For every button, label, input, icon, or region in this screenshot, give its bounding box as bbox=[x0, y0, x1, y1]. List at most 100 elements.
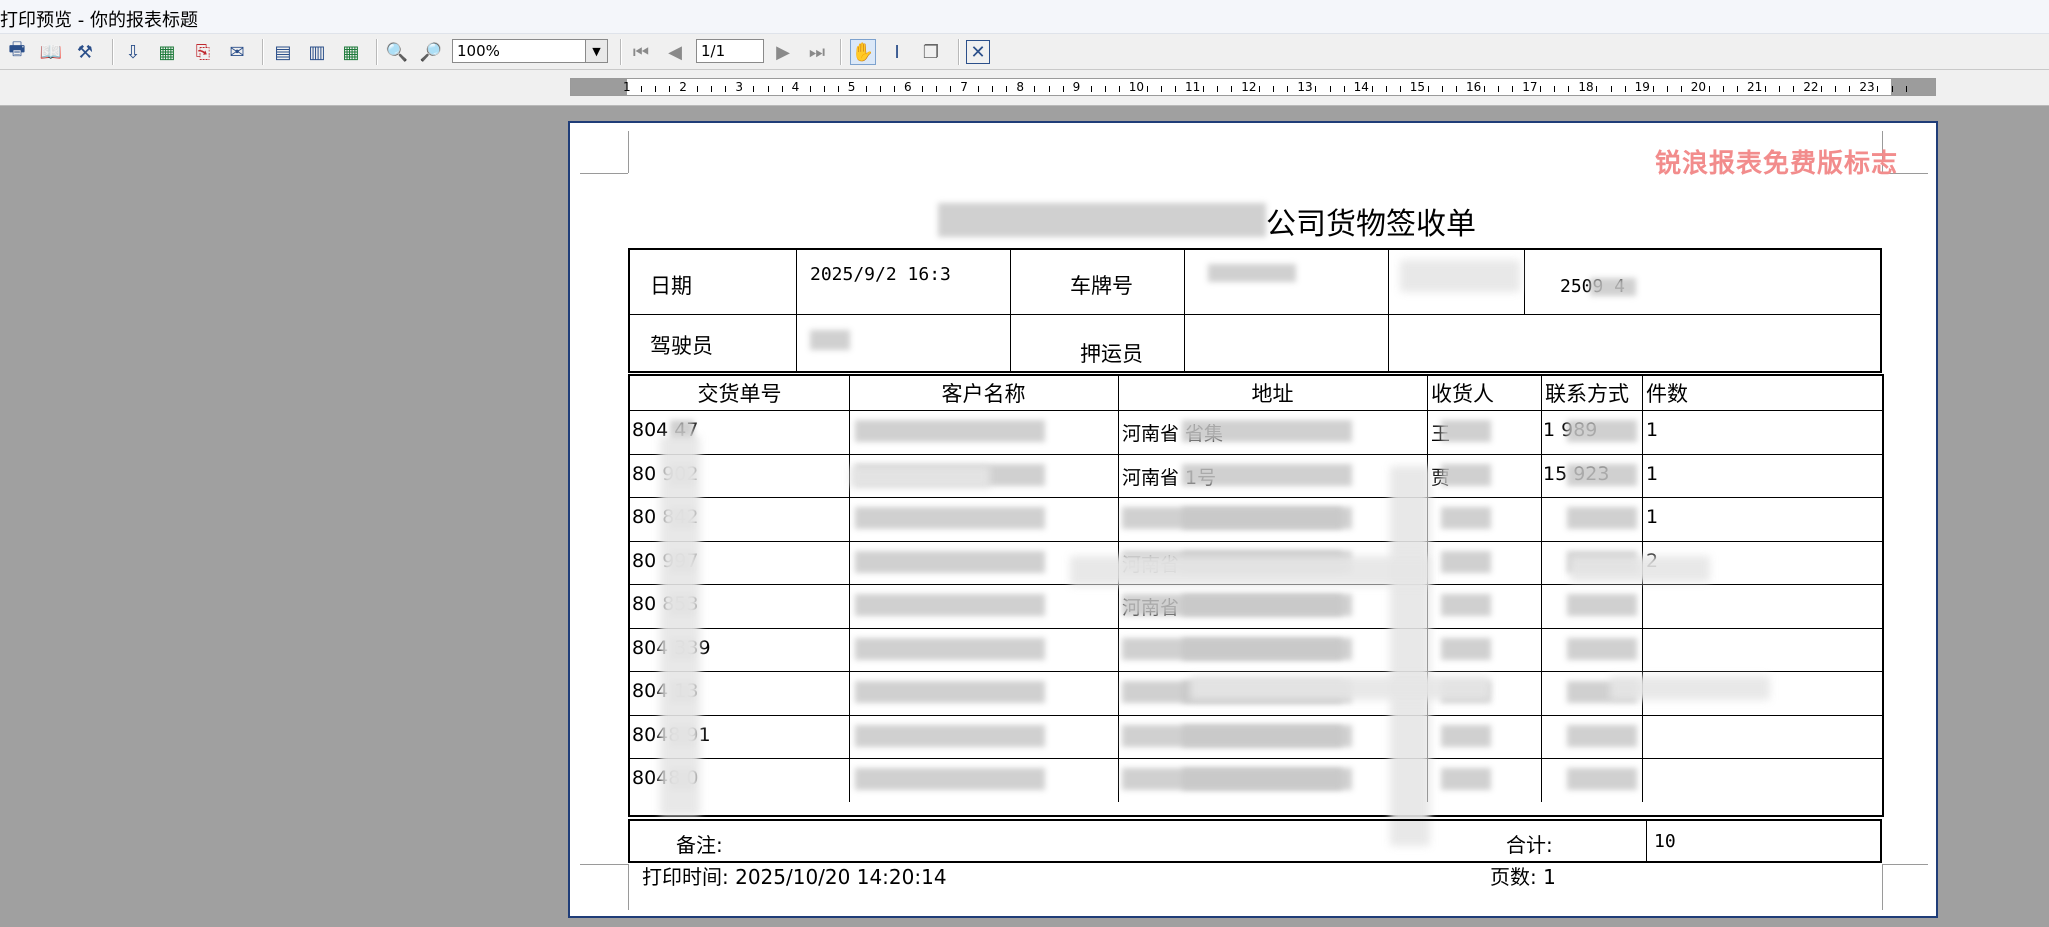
ruler-tick bbox=[1231, 86, 1233, 92]
window-title: 打印预览 - 你的报表标题 bbox=[0, 10, 198, 31]
ruler-tick bbox=[922, 86, 924, 92]
zoom-select[interactable]: 100% ▼ bbox=[452, 39, 608, 63]
single-page-icon[interactable]: ▤ bbox=[270, 39, 296, 65]
ruler-number: 7 bbox=[960, 80, 968, 94]
next-page-icon[interactable]: ▶ bbox=[770, 39, 796, 65]
zoom-in-icon[interactable]: 🔍 bbox=[384, 39, 410, 65]
ruler-tick bbox=[1891, 86, 1893, 92]
ruler-tick bbox=[1427, 86, 1429, 92]
text-select-icon[interactable]: I bbox=[884, 39, 910, 65]
pdf-icon[interactable]: ⎘ bbox=[190, 39, 216, 65]
summary-row: 备注: 合计: 10 bbox=[628, 819, 1882, 863]
ruler-number: 10 bbox=[1128, 80, 1145, 94]
print-icon[interactable]: 🖶 bbox=[4, 39, 30, 65]
redacted-block bbox=[1122, 768, 1342, 790]
ruler-tick bbox=[1441, 86, 1443, 92]
ruler-tick bbox=[992, 86, 994, 92]
ruler-number: 1 bbox=[623, 80, 631, 94]
ruler-tick bbox=[1399, 86, 1401, 92]
book-icon[interactable]: 📖 bbox=[38, 39, 64, 65]
crop-mark bbox=[1882, 864, 1928, 865]
redacted-block bbox=[1567, 594, 1637, 616]
toolbar-separator bbox=[112, 39, 114, 65]
ruler-tick bbox=[1652, 86, 1654, 92]
ruler-tick bbox=[1765, 86, 1767, 92]
zoom-value: 100% bbox=[457, 42, 500, 60]
ruler-tick bbox=[1090, 86, 1092, 92]
prev-page-icon[interactable]: ◀ bbox=[662, 39, 688, 65]
excel-icon[interactable]: ▦ bbox=[154, 39, 180, 65]
redacted-block bbox=[1441, 594, 1491, 616]
first-page-icon[interactable]: ⏮ bbox=[628, 39, 654, 65]
ruler-tick bbox=[893, 86, 895, 92]
ruler-tick bbox=[837, 86, 839, 92]
redacted-block bbox=[855, 637, 1045, 660]
ruler-tick bbox=[1736, 86, 1738, 92]
quantity-cell: 1 bbox=[1646, 506, 1659, 528]
ruler-tick bbox=[1343, 86, 1345, 92]
horizontal-ruler: 1 2 3 4 5 6 7 8 9 10 11 12 13 14 15 16 17 18 19 20 21 22 23 bbox=[570, 78, 1936, 96]
page-count: 页数: 1 bbox=[1490, 865, 1556, 889]
two-page-icon[interactable]: ▥ bbox=[304, 39, 330, 65]
ruler-number: 2 bbox=[679, 80, 687, 94]
redacted-block bbox=[1610, 676, 1770, 700]
ruler-tick bbox=[1484, 86, 1486, 92]
column-divider bbox=[849, 376, 850, 802]
ruler-tick bbox=[1512, 86, 1514, 92]
ruler-tick bbox=[725, 86, 727, 92]
ruler-tick bbox=[1779, 86, 1781, 92]
toolbar-separator bbox=[958, 39, 960, 65]
column-divider bbox=[1010, 250, 1011, 371]
ruler-tick bbox=[1273, 86, 1275, 92]
column-divider bbox=[1524, 250, 1525, 314]
ruler-tick bbox=[1554, 86, 1556, 92]
ruler-tick bbox=[641, 86, 643, 92]
close-icon[interactable]: ✕ bbox=[966, 40, 990, 64]
redacted-block bbox=[938, 203, 1266, 237]
column-divider bbox=[1646, 821, 1647, 861]
last-page-icon[interactable]: ⏭ bbox=[804, 39, 830, 65]
multi-page-icon[interactable]: ▦ bbox=[338, 39, 364, 65]
ruler-number: 22 bbox=[1803, 80, 1819, 94]
ruler-tick bbox=[1610, 86, 1612, 92]
row-divider bbox=[630, 497, 1882, 498]
ruler-tick bbox=[1540, 86, 1542, 92]
copy-icon[interactable]: ❐ bbox=[918, 39, 944, 65]
ruler-tick bbox=[1104, 86, 1106, 92]
plate-label: 车牌号 bbox=[1070, 274, 1133, 298]
crop-mark bbox=[628, 131, 629, 173]
crop-mark bbox=[628, 864, 629, 910]
redacted-block bbox=[855, 594, 1045, 616]
ruler-tick bbox=[1708, 86, 1710, 92]
page-number-input[interactable]: 1/1 bbox=[696, 39, 764, 63]
ruler-tick bbox=[1849, 86, 1851, 92]
tools-icon[interactable]: ⚒ bbox=[72, 39, 98, 65]
ruler-number: 9 bbox=[1072, 80, 1081, 94]
date-label: 日期 bbox=[650, 274, 692, 298]
report-page: 锐浪报表免费版标志 公司货物签收单 日期 2025/9/2 16:3 车牌号 2… bbox=[568, 121, 1938, 918]
column-header: 地址 bbox=[1251, 382, 1294, 406]
toolbar-separator bbox=[840, 39, 842, 65]
ruler-tick bbox=[1203, 86, 1205, 92]
row-divider bbox=[630, 758, 1882, 759]
ruler-number: 4 bbox=[791, 80, 800, 94]
ruler-margin-left bbox=[571, 79, 627, 95]
ruler-tick bbox=[1905, 86, 1907, 92]
ruler-tick bbox=[1666, 86, 1668, 92]
ruler-tick bbox=[879, 86, 881, 92]
ruler-number: 14 bbox=[1353, 80, 1369, 94]
column-header: 件数 bbox=[1646, 382, 1688, 406]
ruler-tick bbox=[1259, 86, 1261, 92]
chevron-down-icon[interactable]: ▼ bbox=[585, 40, 607, 62]
ruler-tick bbox=[1455, 86, 1457, 92]
export-icon[interactable]: ⇩ bbox=[120, 39, 146, 65]
ruler-tick bbox=[1596, 86, 1598, 92]
hand-tool-icon[interactable]: ✋ bbox=[850, 39, 876, 65]
zoom-out-icon[interactable]: 🔎 bbox=[418, 39, 444, 65]
ruler-number: 19 bbox=[1634, 80, 1650, 94]
redacted-block bbox=[1441, 550, 1491, 573]
mail-icon[interactable]: ✉ bbox=[224, 39, 250, 65]
ruler-tick bbox=[978, 86, 980, 92]
ruler-tick bbox=[1385, 86, 1387, 92]
ruler-tick bbox=[1821, 86, 1823, 92]
